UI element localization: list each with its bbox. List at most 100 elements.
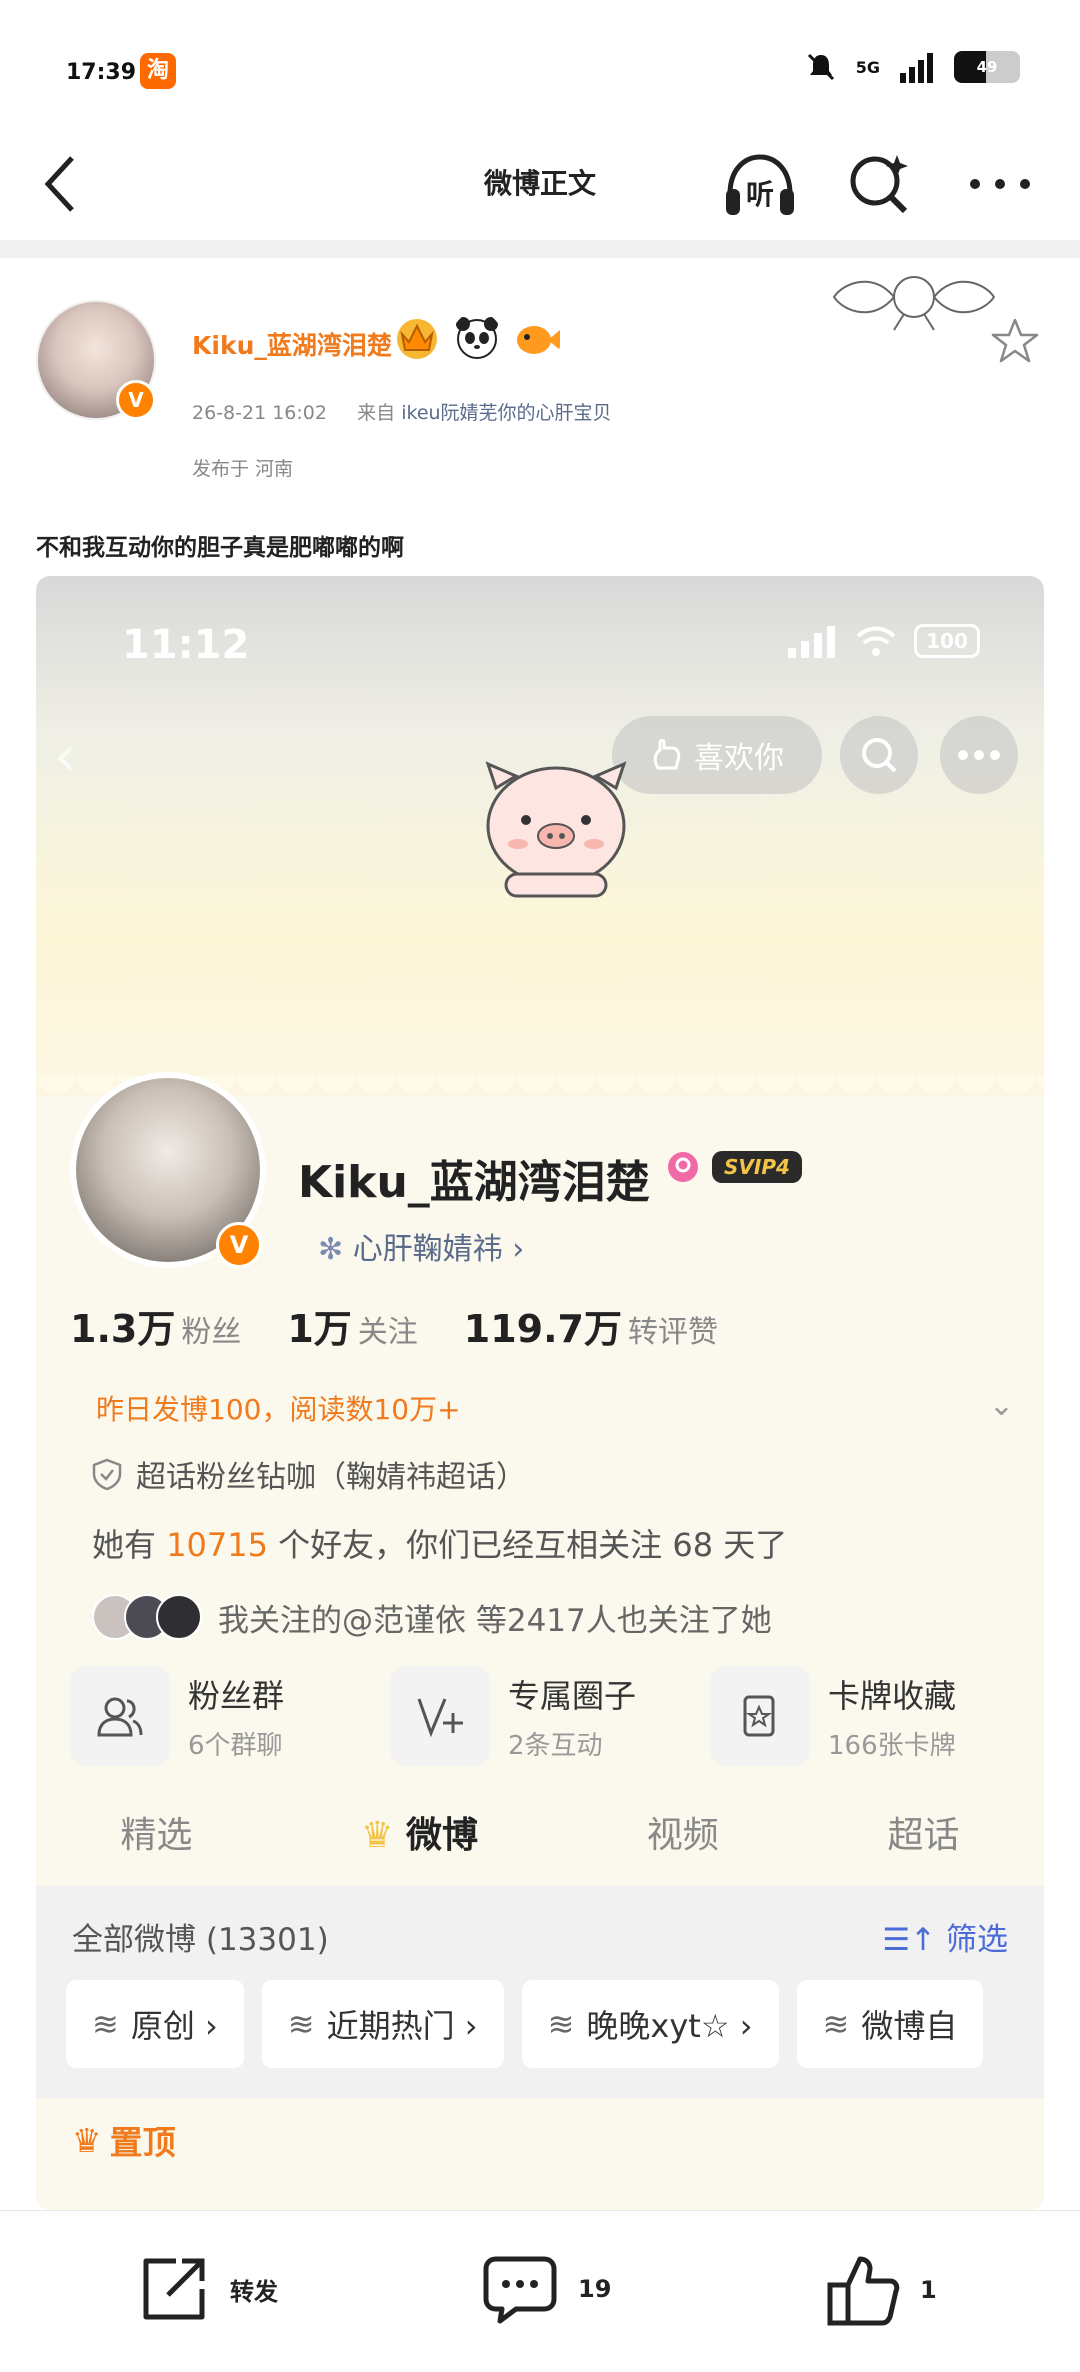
status-bar: 17:39 淘 5G 49 (0, 0, 1080, 130)
embed-crown-icon: ♛ (361, 1815, 394, 1856)
embed-friends-count: 10715 (166, 1526, 268, 1564)
layers-icon: ≋ (287, 2005, 315, 2043)
embed-svip-badge: SVIP4 (712, 1151, 802, 1183)
embed-stat-label: 转评赞 (627, 1315, 718, 1350)
embed-pinned-label: 置顶 (109, 2123, 176, 2162)
embed-name-badges: SVIP4 (666, 1150, 802, 1184)
post-meta: 26-8-21 16:02 来自 ikeu阮婧芜你的心肝宝贝 (192, 398, 612, 425)
circle-plus-icon (390, 1666, 490, 1766)
embed-bio: ✻ 心肝鞠婧祎 › (318, 1224, 524, 1268)
embed-search-button (840, 716, 918, 794)
post-date: 26-8-21 16:02 (192, 402, 327, 424)
embed-chip: ≋ 原创 › (66, 1980, 244, 2068)
status-time: 17:39 (66, 60, 137, 85)
embed-tab-weibo-label: 微博 (405, 1815, 478, 1856)
embed-mutual-followers: 我关注的@范谨依 等2417人也关注了她 (92, 1594, 772, 1640)
embed-chip: ≋ 微博自 (796, 1980, 984, 2068)
listen-label: 听 (746, 178, 774, 211)
embed-status-icons: 100 (786, 624, 980, 658)
crown-badge-icon[interactable] (392, 312, 442, 362)
embed-tab-weibo: ♛ 微博 (361, 1806, 478, 1858)
search-button[interactable] (840, 144, 920, 224)
embed-yesterday-stats: 昨日发博100，阅读数10万+ (96, 1393, 461, 1426)
embed-stat-followers: 1.3万 粉丝 (70, 1298, 241, 1353)
search-sparkle-icon (850, 155, 908, 214)
embed-stat-engagement: 119.7万 转评赞 (464, 1298, 718, 1353)
status-icons: 5G 49 (804, 50, 1020, 84)
embed-battery: 100 (914, 624, 980, 658)
network-label: 5G (855, 57, 880, 77)
embed-stat-num: 1.3万 (70, 1307, 176, 1351)
like-button[interactable]: 1 (824, 2251, 937, 2329)
embed-status-time: 11:12 (122, 622, 250, 668)
like-count: 1 (920, 2276, 937, 2304)
embed-card-sub: 166张卡牌 (828, 1730, 956, 1761)
mini-avatar (156, 1594, 202, 1640)
more-dots-icon (970, 179, 1030, 189)
embed-supertalk-text: 超话粉丝钻咖（鞠婧祎超话） (136, 1460, 526, 1495)
embed-tab-featured: 精选 (120, 1815, 193, 1856)
embed-pinned: ♛ 置顶 (72, 2116, 176, 2164)
embed-stat-label: 粉丝 (181, 1315, 242, 1350)
author-badges (392, 312, 562, 362)
post-from-prefix: 来自 (357, 402, 396, 424)
headphones-icon: 听 (726, 154, 794, 215)
card-icon (710, 1666, 810, 1766)
taobao-app-icon: 淘 (140, 53, 176, 89)
embed-filter-panel: 全部微博 (13301) ☰↑ 筛选 ≋ 原创 › ≋ 近期热门 › ≋ 晚晚x… (36, 1886, 1044, 2098)
embed-chip-label: 微博自 (861, 2007, 958, 2045)
embed-card-fan-group: 粉丝群 6个群聊 (70, 1666, 370, 1766)
embed-more-button (940, 716, 1018, 794)
embed-search-icon (862, 738, 897, 773)
post-text: 不和我互动你的胆子真是肥嘟嘟的啊 (36, 535, 404, 561)
embed-filter: ☰↑ 筛选 (882, 1914, 1008, 1959)
thumbs-up-icon (827, 2256, 900, 2326)
embed-filter-icon: ☰↑ (882, 1922, 937, 1958)
embed-card-sub: 6个群聊 (188, 1730, 283, 1761)
embed-chip-label: 近期热门 › (326, 2007, 478, 2045)
signal-icon (900, 53, 933, 83)
layers-icon: ≋ (92, 2005, 119, 2043)
panda-badge-icon[interactable] (452, 312, 502, 362)
embed-card-title: 专属圈子 (508, 1676, 637, 1715)
embed-tab-video: 视频 (646, 1815, 719, 1856)
embed-hand-icon (653, 739, 681, 770)
repost-button[interactable]: 转发 (136, 2251, 278, 2327)
embed-chip: ≋ 晚晚xyt☆ › (521, 1980, 779, 2068)
embed-chevron-down-icon: ⌄ (988, 1388, 1014, 1423)
embed-like-label: 喜欢你 (694, 741, 784, 776)
embed-stats: 1.3万 粉丝 1万 关注 119.7万 转评赞 (70, 1298, 718, 1353)
more-button[interactable] (960, 144, 1040, 224)
favorite-star-icon[interactable] (990, 316, 1040, 366)
comment-icon (483, 2256, 557, 2324)
repost-label: 转发 (230, 2277, 278, 2306)
embed-tab-supertalk: 超话 (887, 1815, 960, 1856)
embed-card-collection: 卡牌收藏 166张卡牌 (710, 1666, 1010, 1766)
embed-supertalk: 超话粉丝钻咖（鞠婧祎超话） (92, 1452, 526, 1496)
embed-card-sub: 2条互动 (508, 1730, 603, 1761)
embed-chips: ≋ 原创 › ≋ 近期热门 › ≋ 晚晚xyt☆ › ≋ 微博自 (66, 1980, 984, 2068)
embed-chip-label: 晚晚xyt☆ › (586, 2007, 753, 2045)
embed-friends-prefix: 她有 (92, 1526, 157, 1564)
embed-friends-suffix: 个好友，你们已经互相关注 68 天了 (278, 1526, 788, 1564)
battery-level: 49 (976, 58, 998, 76)
ribbon-decoration-icon (832, 276, 996, 331)
bottom-action-bar: 转发 19 1 (0, 2210, 1080, 2372)
listen-button[interactable]: 听 (720, 144, 800, 224)
author-name[interactable]: Kiku_蓝湖湾泪楚 (192, 326, 392, 362)
verified-badge-icon: V (116, 380, 156, 420)
embed-all-weibo: 全部微博 (13301) (72, 1922, 329, 1958)
embed-chip: ≋ 近期热门 › (261, 1980, 504, 2068)
embed-card-title: 卡牌收藏 (828, 1676, 957, 1715)
post-source[interactable]: ikeu阮婧芜你的心肝宝贝 (401, 402, 611, 424)
layers-icon: ≋ (547, 2005, 575, 2043)
embed-mutual-avatars (92, 1594, 202, 1640)
post-image[interactable]: 11:12 100 ‹ 喜欢你 V Kiku_蓝湖湾泪楚 SVIP4 ✻ 心肝鞠… (36, 576, 1044, 2210)
battery-indicator: 49 (954, 51, 1020, 83)
embed-stat-num: 119.7万 (463, 1307, 622, 1351)
comment-button[interactable]: 19 (480, 2251, 611, 2327)
embed-signal-icon (788, 626, 835, 658)
embed-filter-label: 筛选 (946, 1922, 1008, 1958)
embed-card-title: 粉丝群 (188, 1676, 285, 1715)
fish-badge-icon[interactable] (512, 312, 562, 362)
